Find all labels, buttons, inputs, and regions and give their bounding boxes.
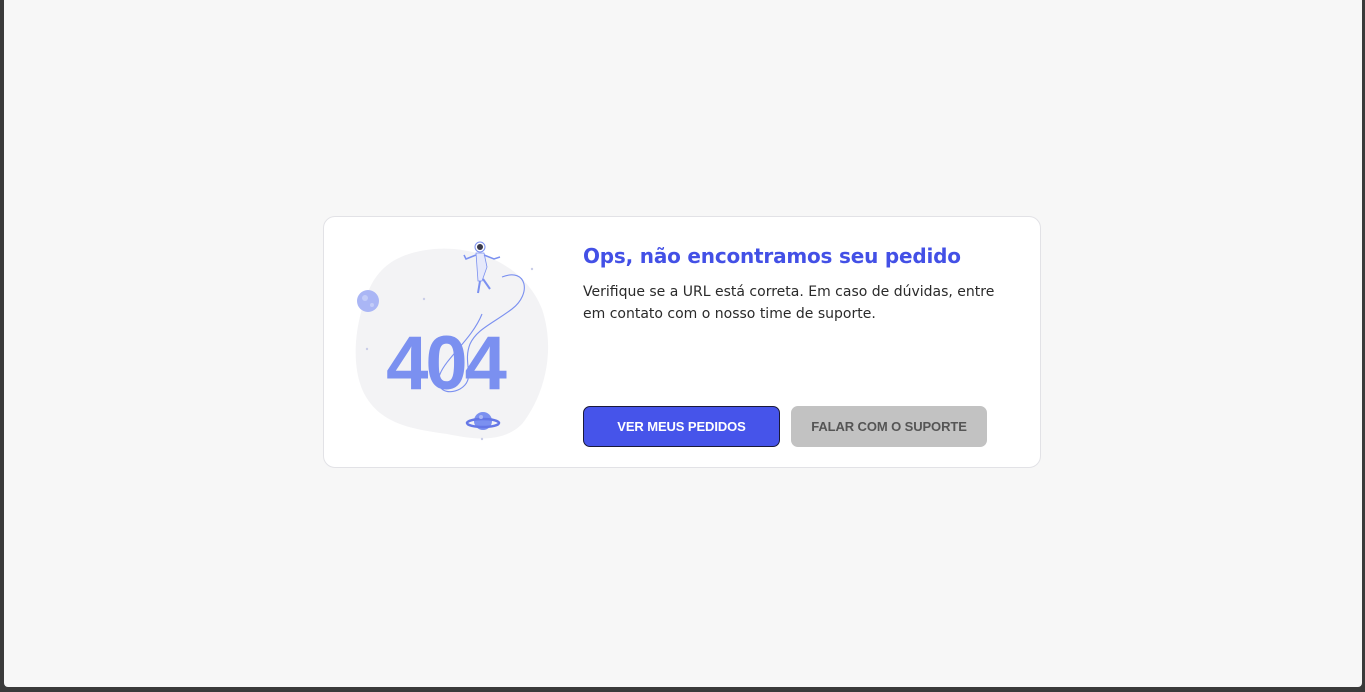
action-buttons: VER MEUS PEDIDOS FALAR COM O SUPORTE — [583, 406, 987, 447]
page-viewport: 404 Ops, não encontramos seu pedido Veri… — [4, 0, 1362, 687]
moon-icon — [357, 290, 379, 312]
view-orders-button[interactable]: VER MEUS PEDIDOS — [583, 406, 780, 447]
not-found-card: 404 Ops, não encontramos seu pedido Veri… — [323, 216, 1041, 468]
error-description: Verifique se a URL está correta. Em caso… — [583, 284, 995, 322]
contact-support-button[interactable]: FALAR COM O SUPORTE — [791, 406, 987, 447]
astronaut-404-illustration: 404 — [355, 241, 549, 441]
error-content: Ops, não encontramos seu pedido Verifiqu… — [583, 243, 1023, 325]
error-illustration: 404 — [352, 239, 552, 449]
page-title: Ops, não encontramos seu pedido — [583, 244, 961, 268]
error-code: 404 — [386, 321, 507, 406]
